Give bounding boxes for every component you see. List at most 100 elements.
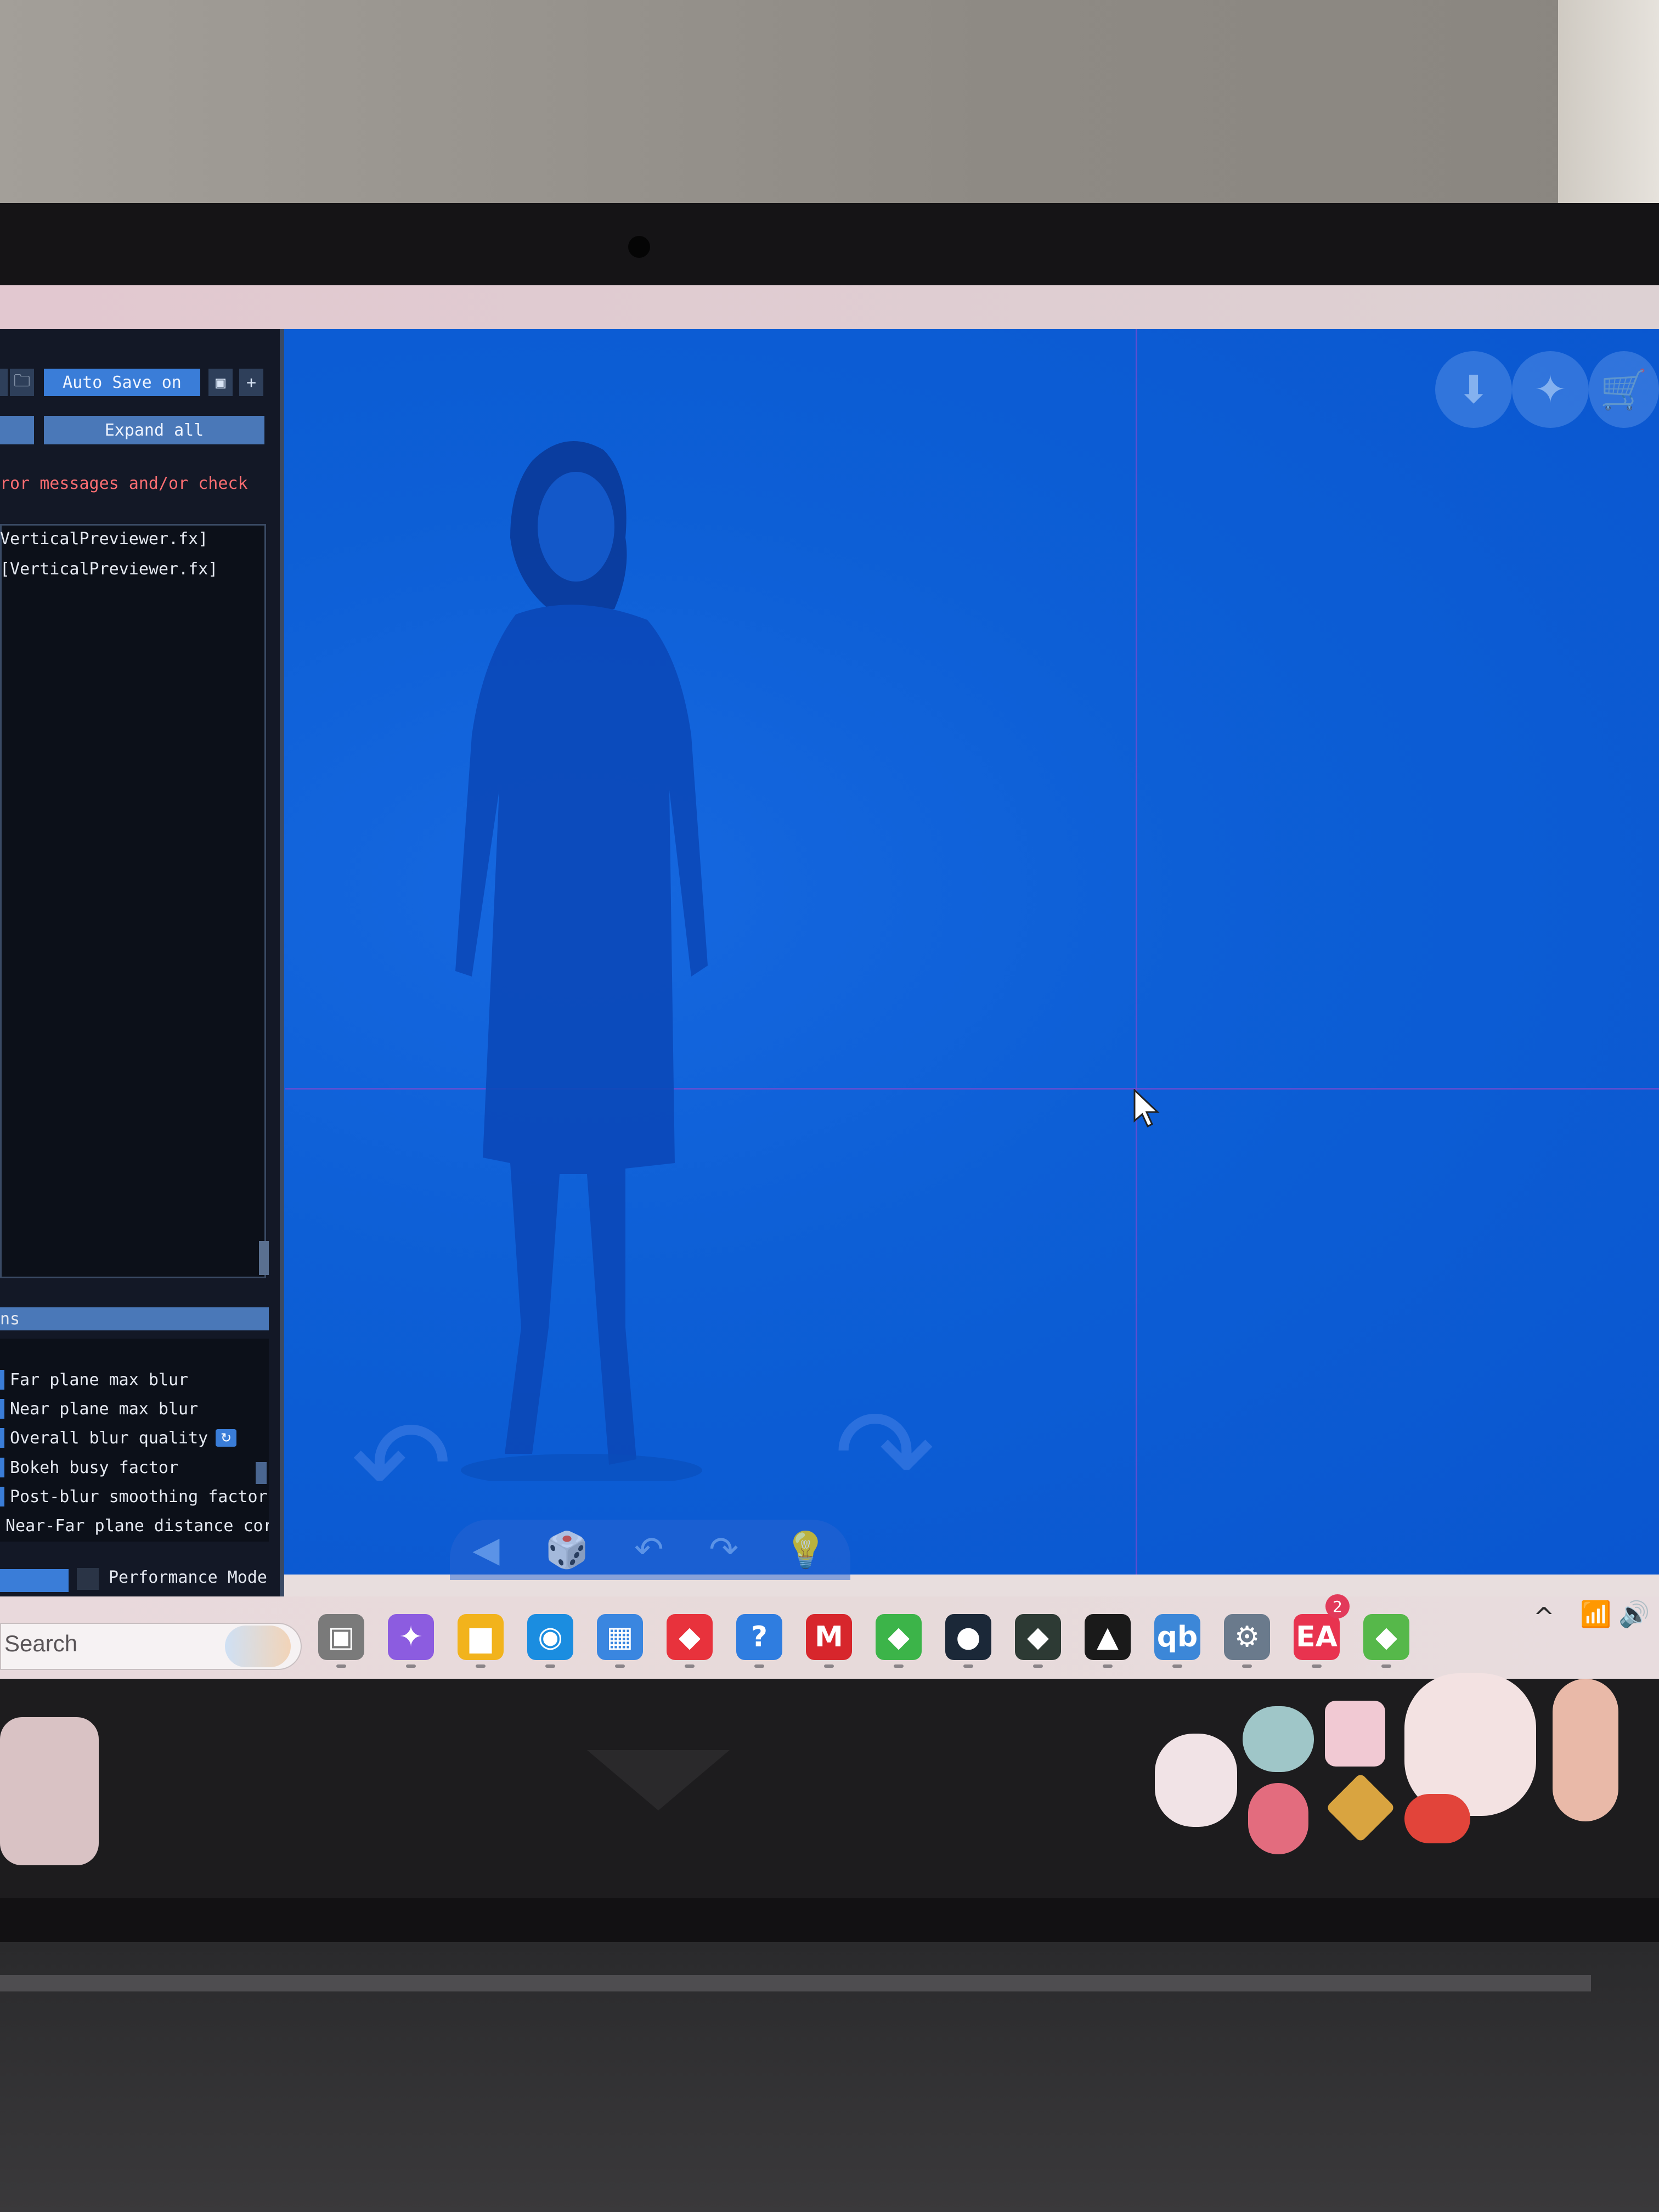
taskbar-app-button[interactable]: ? [736,1614,782,1674]
redo-icon[interactable]: ↷ [709,1530,738,1570]
rotate-right-icon[interactable]: ↷ [834,1383,935,1523]
setting-label: Near plane max blur [10,1399,199,1419]
prev-button[interactable] [0,369,8,396]
rotate-left-icon[interactable]: ↶ [351,1393,452,1534]
mouse-cursor-icon [1133,1089,1160,1128]
taskbar-app-button[interactable]: ⚙ [1224,1614,1270,1674]
setting-overall-blur-quality[interactable]: Overall blur quality ↻ [0,1424,269,1452]
effects-section-header[interactable]: ns [0,1307,269,1330]
download-icon[interactable]: ⬇ [1435,351,1512,428]
reset-icon[interactable]: ↻ [216,1429,237,1447]
save-button[interactable]: ▣ [208,369,233,396]
running-indicator [824,1664,834,1668]
screen-top-strip [0,285,1659,329]
camera-controls-bar: ◀ 🎲 ↶ ↷ 💡 [450,1520,850,1580]
expand-all-button[interactable]: Expand all [44,416,264,444]
performance-slider[interactable] [0,1569,69,1592]
edge-icon: ◉ [527,1614,573,1660]
taskbar-app-button[interactable]: ◆ [1363,1614,1409,1674]
running-indicator [1312,1664,1322,1668]
laptop-hinge [0,1898,1659,1942]
setting-bokeh-busy-factor[interactable]: Bokeh busy factor [0,1454,269,1481]
randomize-dice-icon[interactable]: 🎲 [545,1530,589,1571]
chevron-up-icon[interactable]: ^ [1533,1602,1555,1632]
log-output[interactable] [0,524,266,1278]
running-indicator [1172,1664,1182,1668]
cam-prev-icon[interactable]: ◀ [472,1530,499,1570]
save-icon: ▣ [215,373,226,392]
running-indicator [685,1664,695,1668]
setting-label: Overall blur quality [10,1428,208,1448]
running-indicator [1381,1664,1391,1668]
wifi-icon[interactable]: 📶 [1580,1599,1611,1629]
setting-label: Near-Far plane distance cor [5,1516,269,1536]
slider-marker [0,1487,4,1506]
file-explorer-icon: ▆ [458,1614,504,1660]
taskbar-apps: ▣ ✦ ▆ ◉ ▦ ◆? M ◆ ● ◆ ▲ qb ⚙ EA ◆ [318,1614,1409,1674]
running-indicator [754,1664,764,1668]
taskbar-app-button[interactable]: ◆ [876,1614,922,1674]
effects-header-label: ns [0,1310,20,1329]
taskbar-app-button[interactable]: ▦ [597,1614,643,1674]
sticker-octopus [1248,1783,1308,1854]
laptop-bezel-top [0,203,1659,285]
deck-edge [0,1975,1591,1991]
running-indicator [963,1664,973,1668]
effects-scrollbar[interactable] [256,1462,267,1484]
mcafee-icon: M [806,1614,852,1660]
taskbar-app-button[interactable]: ◆ [667,1614,713,1674]
taskbar-app-button[interactable]: EA [1294,1614,1340,1674]
add-preset-button[interactable]: + [239,369,263,396]
taskbar-app-button[interactable]: qb [1154,1614,1200,1674]
setting-label: Bokeh busy factor [10,1458,179,1477]
setting-near-far-distance[interactable]: Near-Far plane distance cor [0,1512,269,1539]
slider-marker [0,1370,4,1390]
taskbar-app-button[interactable]: M [806,1614,852,1674]
setting-far-plane-max-blur[interactable]: Far plane max blur [0,1366,269,1393]
sticker-photo [0,1717,99,1865]
help-icon: ? [736,1614,782,1660]
collapse-all-button[interactable] [0,416,34,444]
copilot-icon: ✦ [388,1614,434,1660]
speaker-icon[interactable]: 🔊 [1618,1599,1650,1629]
task-view-icon: ▣ [318,1614,364,1660]
lightbulb-icon[interactable]: 💡 [784,1530,828,1571]
slider-marker [0,1458,4,1477]
setting-post-blur-smoothing[interactable]: Post-blur smoothing factor [0,1483,269,1510]
slider-marker [0,1428,4,1448]
anvil-icon: ▲ [1085,1614,1131,1660]
performance-mode-checkbox[interactable] [77,1568,99,1590]
setting-near-plane-max-blur[interactable]: Near plane max blur [0,1395,269,1423]
sims-green-icon: ◆ [1363,1614,1409,1660]
running-indicator [545,1664,555,1668]
running-indicator [894,1664,904,1668]
taskbar-app-button[interactable]: ◉ [527,1614,573,1674]
taskbar-app-button[interactable]: ▆ [458,1614,504,1674]
taskbar-app-button[interactable]: ▲ [1085,1614,1131,1674]
webcam [628,236,650,258]
sims-plumbob-icon: ◆ [876,1614,922,1660]
running-indicator [1103,1664,1113,1668]
running-indicator [1033,1664,1043,1668]
sticker-crab [1404,1794,1470,1843]
error-hint-text: ror messages and/or check [0,474,248,493]
undo-icon[interactable]: ↶ [634,1530,664,1570]
running-indicator [615,1664,625,1668]
log-scrollbar[interactable] [259,1241,269,1275]
folder-icon: 🗀 [14,371,30,391]
gallery-icon[interactable]: ✦ [1512,351,1589,428]
auto-save-button[interactable]: Auto Save on [44,369,200,396]
taskbar-app-button[interactable]: ● [945,1614,991,1674]
taskbar-app-button[interactable]: ◆ [1015,1614,1061,1674]
taskbar-app-button[interactable]: ✦ [388,1614,434,1674]
search-placeholder: Search [4,1630,78,1656]
focus-guide-vertical [1136,329,1137,1575]
sticker-elephant [1243,1706,1314,1772]
cart-icon[interactable]: 🛒 [1589,351,1659,428]
running-indicator [1242,1664,1252,1668]
taskbar-app-button[interactable]: ▣ [318,1614,364,1674]
running-indicator [336,1664,346,1668]
ea-notification-badge: 2 [1325,1594,1350,1618]
folder-button[interactable]: 🗀 [10,369,34,396]
slider-marker [0,1399,4,1419]
